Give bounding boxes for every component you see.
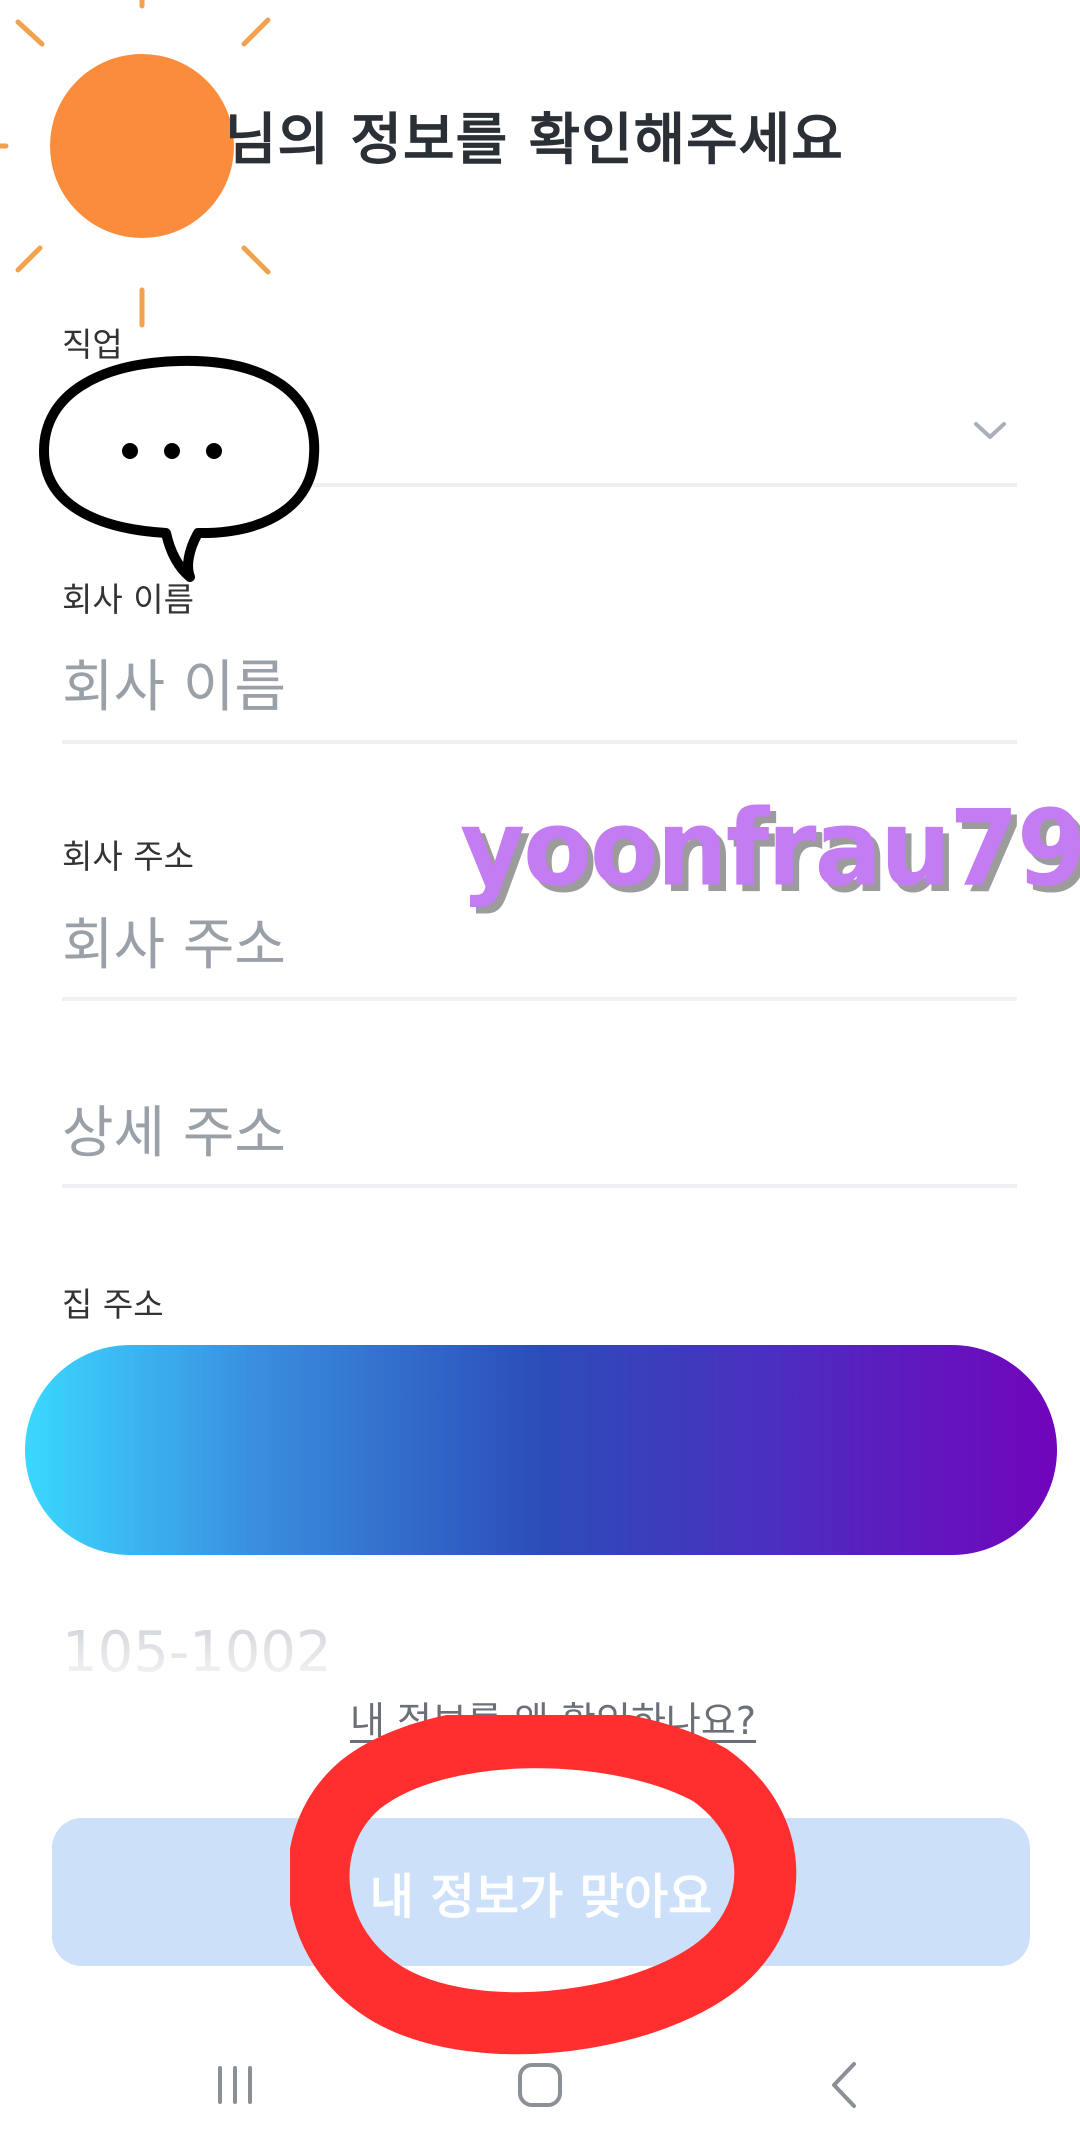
- company-name-label: 회사 이름: [62, 580, 194, 619]
- company-address-label: 회사 주소: [62, 837, 194, 876]
- company-address-input[interactable]: 회사 주소: [62, 900, 286, 981]
- chevron-down-icon[interactable]: [970, 410, 1010, 450]
- detail-address-input[interactable]: 상세 주소: [62, 1088, 286, 1169]
- detail-address-underline: [62, 1184, 1017, 1188]
- watermark-text: yoonfrau79: [460, 787, 1080, 910]
- home-icon[interactable]: [505, 2050, 575, 2120]
- home-address-redaction-bar: [25, 1345, 1057, 1555]
- company-name-input[interactable]: 회사 이름: [62, 642, 286, 723]
- recents-icon[interactable]: [200, 2050, 270, 2120]
- speech-bubble-sticker-icon: [39, 355, 320, 582]
- page-title: 님의 정보를 확인해주세요: [225, 108, 844, 173]
- company-address-underline: [62, 997, 1017, 1001]
- home-address-label: 집 주소: [62, 1285, 164, 1324]
- red-scribble-circle: [290, 1715, 797, 2055]
- company-name-underline: [62, 740, 1017, 744]
- back-icon[interactable]: [810, 2050, 880, 2120]
